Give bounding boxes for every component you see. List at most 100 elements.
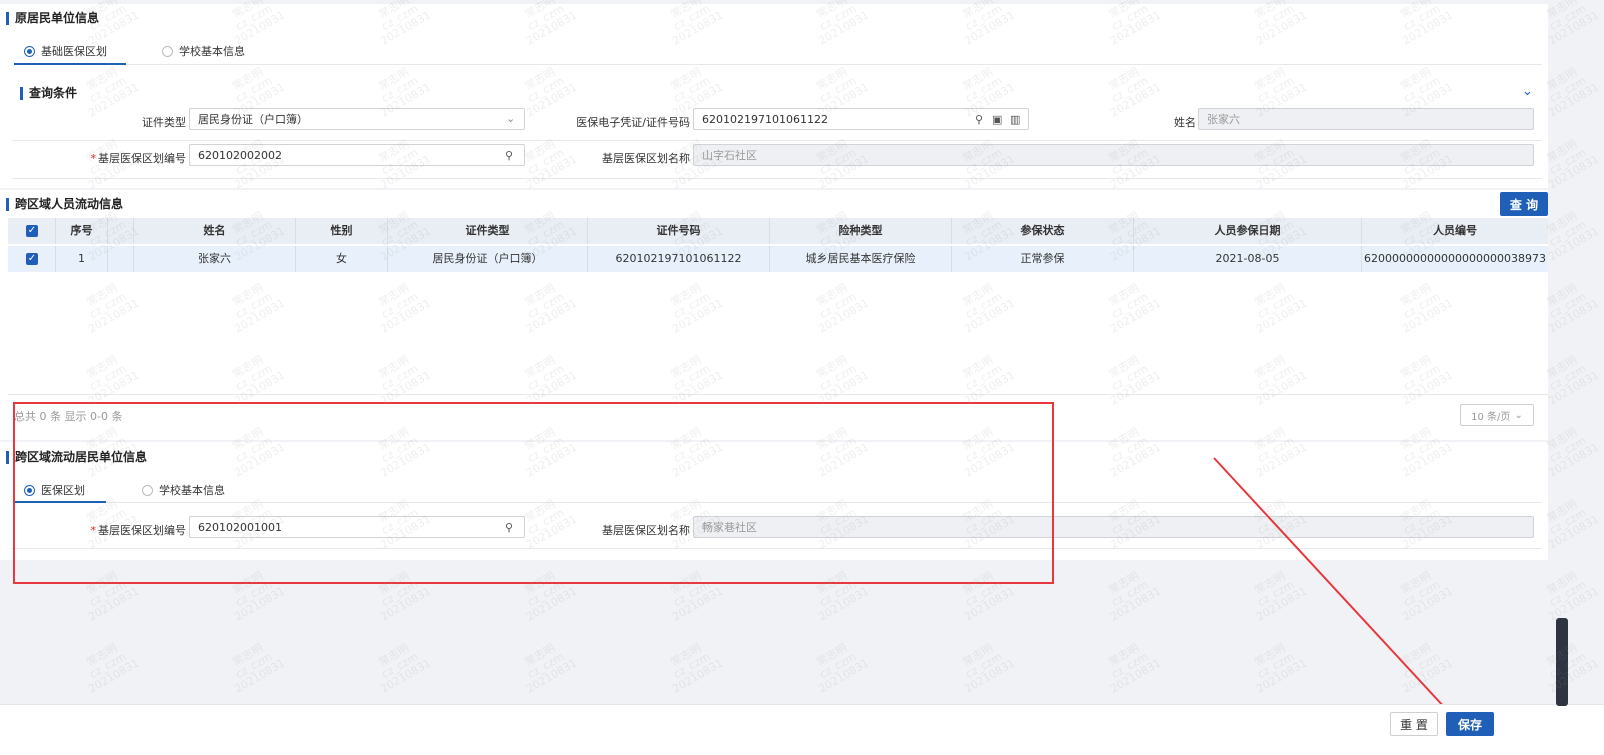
id-type-value: 居民身份证（户口簿） <box>198 113 308 126</box>
region-code-input[interactable]: 620102002002 <box>189 144 525 166</box>
tab-label: 学校基本信息 <box>179 45 245 58</box>
watermark-line: cz_czm <box>1547 505 1589 538</box>
chevron-down-icon: ⌄ <box>1514 409 1523 421</box>
watermark-line: 20210831 <box>962 584 1018 624</box>
watermark-line: 20210831 <box>86 584 142 624</box>
annotation-highlight-box <box>13 402 1054 584</box>
watermark-line: cz_czm <box>1547 73 1589 106</box>
watermark-line: cz_czm <box>1547 577 1589 610</box>
save-button[interactable]: 保存 <box>1446 712 1494 736</box>
watermark-text: 常志明cz_czm20210831 <box>951 636 1017 695</box>
watermark-text: 常志明cz_czm20210831 <box>1535 564 1601 623</box>
id-type-select[interactable]: 居民身份证（户口簿） <box>189 108 525 130</box>
cell-id-number: 620102197101061122 <box>588 246 770 272</box>
watermark-line: cz_czm <box>1547 361 1589 394</box>
watermark-line: cz_czm <box>87 649 129 682</box>
row-divider <box>12 178 1542 179</box>
watermark-line: 常志明 <box>230 641 266 670</box>
select-all-cell: ✓ <box>8 218 56 244</box>
watermark-text: 常志明cz_czm20210831 <box>221 636 287 695</box>
cell-person-id: 62000000000000000000038973 <box>1364 252 1546 265</box>
watermark-line: 20210831 <box>232 656 288 696</box>
tab-active-underline <box>14 63 126 65</box>
section-title-original-unit: 原居民单位信息 <box>6 12 99 25</box>
col-header-gender[interactable]: 性别 <box>296 218 388 244</box>
id-card-icon[interactable]: ▣ <box>992 113 1002 126</box>
table-row[interactable]: ✓ 1 张家六 女 居民身份证（户口簿） 620102197101061122 … <box>8 246 1548 272</box>
scrollbar-thumb[interactable] <box>1556 618 1568 706</box>
name-label: 姓名 <box>1174 116 1196 129</box>
query-button[interactable]: 查 询 <box>1500 192 1548 216</box>
annotation-arrow <box>1213 457 1466 732</box>
table-header: ✓ 序号 姓名 性别 证件类型 证件号码 险种类型 参保状态 人员参保日期 人员… <box>8 218 1548 244</box>
cell-index: 1 <box>56 246 108 272</box>
watermark-line: 常志明 <box>1544 569 1580 598</box>
cell-insurance-type: 城乡居民基本医疗保险 <box>770 246 952 272</box>
watermark-line: 常志明 <box>668 641 704 670</box>
cell-name: 张家六 <box>134 246 296 272</box>
watermark-line: 20210831 <box>1546 224 1602 264</box>
watermark-line: 常志明 <box>376 641 412 670</box>
col-header-status[interactable]: 参保状态 <box>952 218 1134 244</box>
col-header-person-id[interactable]: 人员编号 <box>1362 218 1548 244</box>
row-select-cell: ✓ <box>8 246 56 272</box>
watermark-line: 常志明 <box>814 641 850 670</box>
watermark-line: 20210831 <box>378 584 434 624</box>
watermark-text: 常志明cz_czm20210831 <box>805 636 871 695</box>
watermark-line: 20210831 <box>670 584 726 624</box>
row-checkbox[interactable]: ✓ <box>26 253 38 265</box>
page-size-select[interactable]: 10 条/页 ⌄ <box>1460 404 1534 426</box>
watermark-line: 常志明 <box>522 641 558 670</box>
watermark-line: 常志明 <box>1106 641 1142 670</box>
watermark-line: 常志明 <box>1106 569 1142 598</box>
watermark-text: 常志明cz_czm20210831 <box>659 636 725 695</box>
watermark-line: cz_czm <box>1547 217 1589 250</box>
watermark-line: 20210831 <box>816 656 872 696</box>
select-all-checkbox[interactable]: ✓ <box>26 225 38 237</box>
radio-selected-icon <box>24 45 35 57</box>
chevron-down-icon: ⌄ <box>506 112 516 125</box>
region-name-value: 山字石社区 <box>702 149 757 162</box>
region-code-value: 620102002002 <box>198 148 282 162</box>
watermark-line: 20210831 <box>1546 512 1602 552</box>
col-header-id-type[interactable]: 证件类型 <box>388 218 588 244</box>
cell-status: 正常参保 <box>952 246 1134 272</box>
search-icon[interactable]: ⚲ <box>975 113 983 126</box>
col-resize-handle[interactable] <box>108 218 134 244</box>
bottom-action-bar <box>0 704 1604 755</box>
chevron-down-icon[interactable]: ⌄ <box>1522 84 1533 99</box>
watermark-text: 常志明cz_czm20210831 <box>1097 564 1163 623</box>
reset-button[interactable]: 重 置 <box>1390 712 1438 736</box>
watermark-line: 20210831 <box>1108 656 1164 696</box>
section-title-flow-info: 跨区域人员流动信息 <box>6 198 123 211</box>
col-header-name[interactable]: 姓名 <box>134 218 296 244</box>
watermark-line: cz_czm <box>1547 1 1589 34</box>
cell-date: 2021-08-05 <box>1134 246 1362 272</box>
watermark-line: 20210831 <box>232 584 288 624</box>
watermark-line: 20210831 <box>962 656 1018 696</box>
watermark-text: 常志明cz_czm20210831 <box>1097 636 1163 695</box>
watermark-line: 20210831 <box>1546 440 1602 480</box>
watermark-line: cz_czm <box>1547 145 1589 178</box>
watermark-line: 常志明 <box>960 641 996 670</box>
watermark-line: cz_czm <box>1547 289 1589 322</box>
tab-school-info[interactable]: 学校基本信息 <box>162 43 245 59</box>
watermark-line: 20210831 <box>1546 8 1602 48</box>
barcode-icon[interactable]: ▥ <box>1010 113 1020 126</box>
watermark-line: 20210831 <box>1546 80 1602 120</box>
required-asterisk-icon: * <box>90 152 97 165</box>
col-header-id-number[interactable]: 证件号码 <box>588 218 770 244</box>
col-header-date[interactable]: 人员参保日期 <box>1134 218 1362 244</box>
watermark-line: 20210831 <box>1108 584 1164 624</box>
id-number-label: 医保电子凭证/证件号码 <box>576 116 690 129</box>
watermark-line: 20210831 <box>1546 296 1602 336</box>
col-header-index[interactable]: 序号 <box>56 218 108 244</box>
search-icon[interactable]: ⚲ <box>505 149 513 162</box>
name-field: 张家六 <box>1198 108 1534 130</box>
annotation-arrow-line <box>1213 457 1459 723</box>
watermark-line: cz_czm <box>671 649 713 682</box>
col-header-insurance-type[interactable]: 险种类型 <box>770 218 952 244</box>
tab-basic-region[interactable]: 基础医保区划 <box>24 43 107 59</box>
region-code-label-text: 基层医保区划编号 <box>98 152 186 165</box>
watermark-line: cz_czm <box>963 649 1005 682</box>
